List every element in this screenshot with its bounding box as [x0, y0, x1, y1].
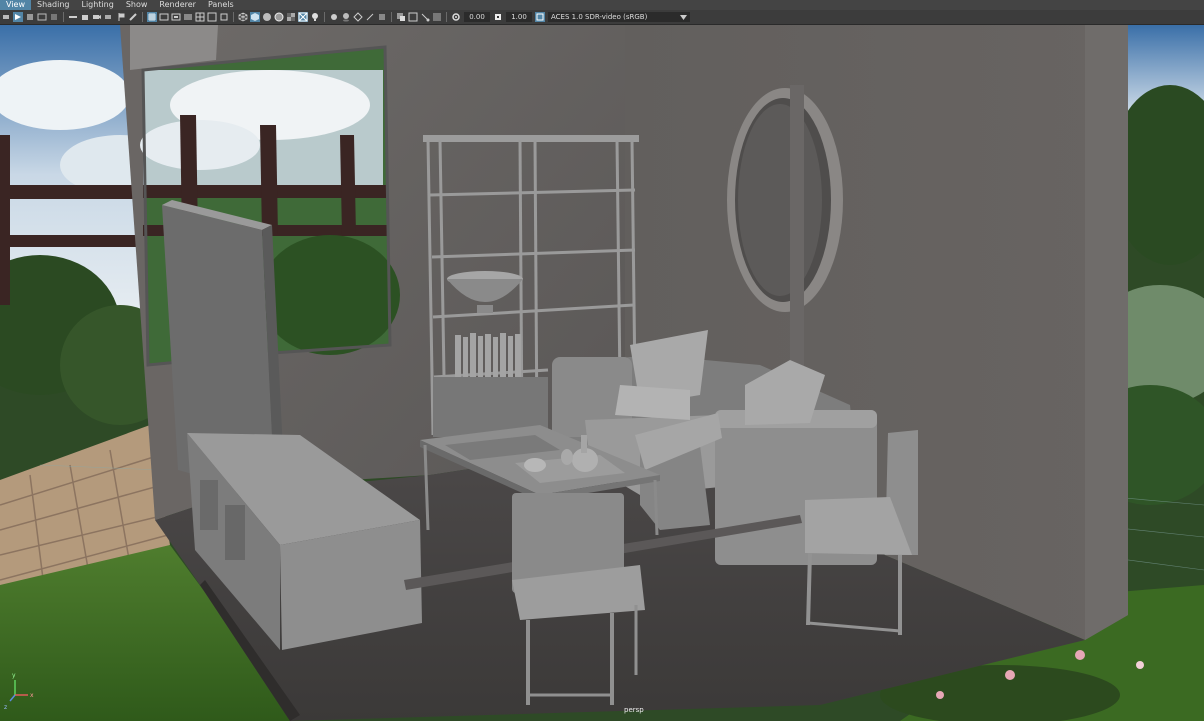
safe-title-icon[interactable]: [219, 12, 229, 22]
ambient-occlusion-icon[interactable]: [341, 12, 351, 22]
xray-components-icon[interactable]: [432, 12, 442, 22]
camera-lock-icon[interactable]: [80, 12, 90, 22]
wireframe-on-shaded-icon[interactable]: [274, 12, 284, 22]
axis-z-label: z: [4, 704, 7, 711]
select-camera-icon[interactable]: [1, 12, 11, 22]
pencil-icon[interactable]: [128, 12, 138, 22]
camera-icon[interactable]: [92, 12, 102, 22]
menu-panels[interactable]: Panels: [202, 0, 240, 10]
toolbar-separator: [391, 12, 392, 22]
gate-mask-icon[interactable]: [183, 12, 193, 22]
axis-y-label: y: [12, 672, 16, 679]
playblast-icon[interactable]: [104, 12, 114, 22]
anti-aliasing-icon[interactable]: [365, 12, 375, 22]
chevron-down-icon: [680, 14, 687, 20]
menu-show[interactable]: Show: [120, 0, 154, 10]
exposure-field[interactable]: [464, 12, 490, 22]
color-management-value: ACES 1.0 SDR-video (sRGB): [551, 13, 648, 21]
textured-icon[interactable]: [286, 12, 296, 22]
toolbar-separator: [324, 12, 325, 22]
camera-name-label: persp: [624, 706, 644, 714]
depth-of-field-icon[interactable]: [377, 12, 387, 22]
light-bulb-icon[interactable]: [310, 12, 320, 22]
grid-icon[interactable]: [147, 12, 157, 22]
menu-renderer[interactable]: Renderer: [153, 0, 202, 10]
image-plane-icon[interactable]: [37, 12, 47, 22]
gamma-field[interactable]: [506, 12, 532, 22]
bookmarks-icon[interactable]: [25, 12, 35, 22]
film-gate-icon[interactable]: [159, 12, 169, 22]
menu-view[interactable]: View: [0, 0, 31, 10]
toolbar-separator: [446, 12, 447, 22]
viewport-menu-bar: View Shading Lighting Show Renderer Pane…: [0, 0, 1204, 10]
toolbar-separator: [142, 12, 143, 22]
safe-action-icon[interactable]: [207, 12, 217, 22]
grease-pencil-icon[interactable]: [68, 12, 78, 22]
viewport-toolbar: ACES 1.0 SDR-video (sRGB): [0, 10, 1204, 25]
xray-icon[interactable]: [408, 12, 418, 22]
resolution-gate-icon[interactable]: [171, 12, 181, 22]
smooth-shade-all-icon[interactable]: [250, 12, 260, 22]
two-d-pan-zoom-icon[interactable]: [49, 12, 59, 22]
axis-x-label: x: [30, 692, 34, 699]
xray-joints-icon[interactable]: [420, 12, 430, 22]
menu-shading[interactable]: Shading: [31, 0, 76, 10]
toolbar-separator: [63, 12, 64, 22]
shadows-icon[interactable]: [329, 12, 339, 22]
isolate-select-icon[interactable]: [396, 12, 406, 22]
camera-attributes-icon[interactable]: [13, 12, 23, 22]
motion-blur-icon[interactable]: [353, 12, 363, 22]
use-default-material-icon[interactable]: [262, 12, 272, 22]
books: [455, 333, 521, 377]
use-all-lights-icon[interactable]: [298, 12, 308, 22]
menu-lighting[interactable]: Lighting: [75, 0, 119, 10]
field-chart-icon[interactable]: [195, 12, 205, 22]
view-transform-icon[interactable]: [535, 12, 545, 22]
exposure-icon[interactable]: [451, 12, 461, 22]
gamma-icon[interactable]: [493, 12, 503, 22]
round-mirror: [727, 88, 843, 312]
perspective-viewport[interactable]: y x z: [0, 25, 1204, 721]
toolbar-separator: [233, 12, 234, 22]
bookmark-flag-icon[interactable]: [116, 12, 126, 22]
color-management-dropdown[interactable]: ACES 1.0 SDR-video (sRGB): [548, 12, 690, 22]
wireframe-icon[interactable]: [238, 12, 248, 22]
